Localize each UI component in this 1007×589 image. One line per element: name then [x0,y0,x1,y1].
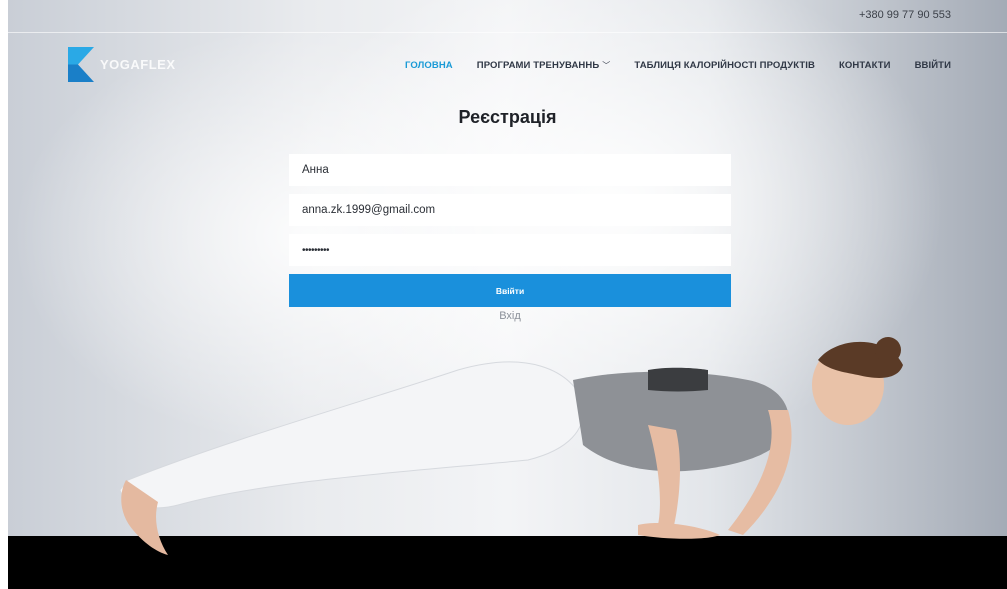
name-input[interactable]: Анна [289,154,731,186]
nav-item-contacts[interactable]: КОНТАКТИ [839,60,891,71]
header-divider [8,32,1007,33]
nav-item-programs[interactable]: ПРОГРАМИ ТРЕНУВАННЬ ﹀ [477,60,611,71]
nav-item-login[interactable]: ВВІЙТИ [915,60,951,71]
phone-number[interactable]: +380 99 77 90 553 [859,9,951,21]
logo-icon [68,47,94,82]
submit-button[interactable]: Ввійти [289,274,731,307]
nav-item-label: ГОЛОВНА [405,60,453,71]
nav-item-label: ТАБЛИЦЯ КАЛОРІЙНОСТІ ПРОДУКТІВ [634,60,815,71]
yoga-woman-photo [108,337,903,560]
nav-item-label: КОНТАКТИ [838,60,891,71]
nav-item-label: ВВІЙТИ [914,60,951,71]
nav-item-home[interactable]: ГОЛОВНА [405,60,453,71]
logo[interactable]: YOGAFLEX [68,47,176,82]
page-title: Реєстрація [458,107,557,127]
page: +380 99 77 90 553 YOGAFLEX ГОЛОВНА ПРОГР… [8,0,1007,589]
login-link[interactable]: Вхід [289,310,731,322]
password-input[interactable]: ••••••••• [289,234,731,266]
nav-item-label: ПРОГРАМИ ТРЕНУВАННЬ [476,60,600,71]
main-nav: ГОЛОВНА ПРОГРАМИ ТРЕНУВАННЬ ﹀ ТАБЛИЦЯ КАЛ… [381,60,951,71]
email-input[interactable]: anna.zk.1999@gmail.com [289,194,731,226]
nav-item-calories[interactable]: ТАБЛИЦЯ КАЛОРІЙНОСТІ ПРОДУКТІВ [634,60,815,71]
chevron-down-icon: ﹀ [602,61,611,70]
logo-text: YOGAFLEX [100,57,176,72]
